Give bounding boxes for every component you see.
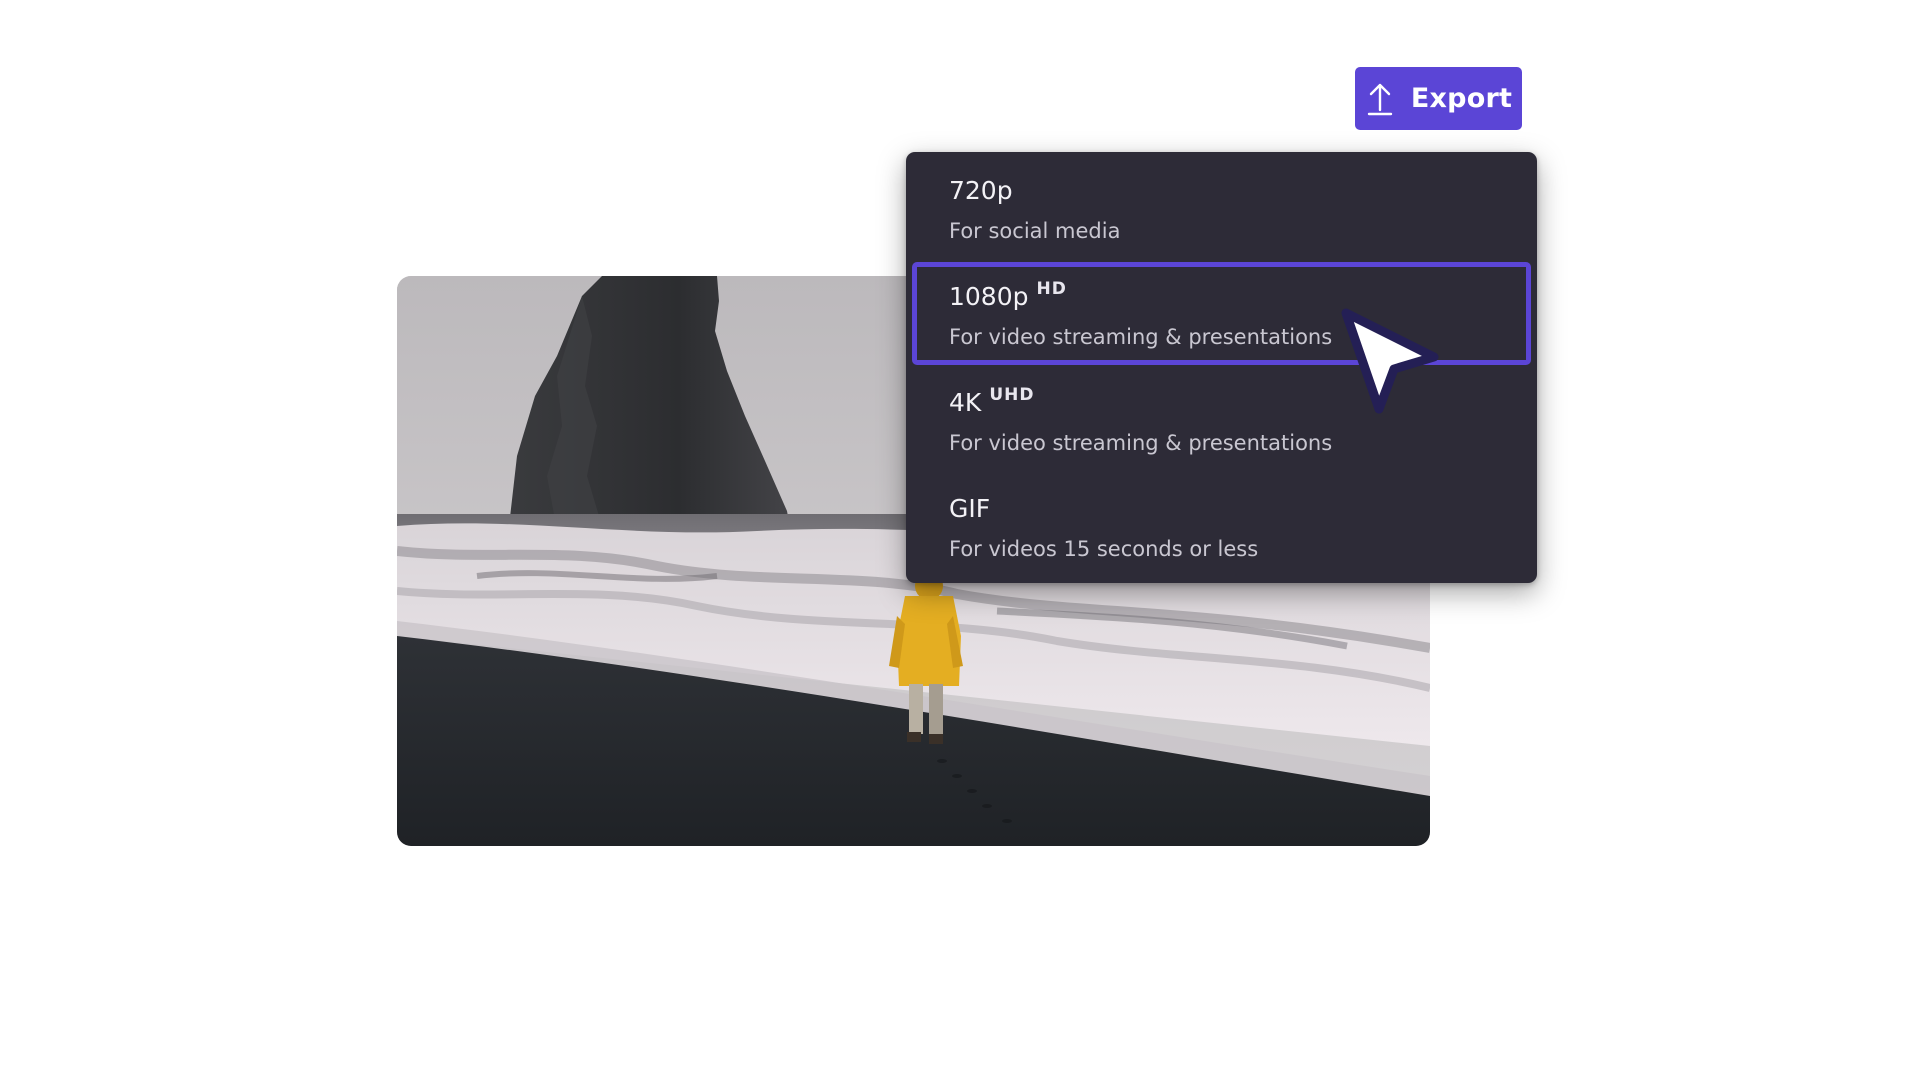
menu-item-description: For social media [949, 219, 1121, 243]
menu-item-720p[interactable]: 720p For social media [912, 156, 1531, 259]
menu-item-title: 1080p HD [949, 279, 1067, 311]
menu-item-description: For videos 15 seconds or less [949, 537, 1259, 561]
mouse-pointer-icon [1336, 305, 1446, 425]
menu-item-title: 720p [949, 176, 1013, 205]
uhd-badge: UHD [989, 385, 1035, 405]
export-button[interactable]: Export [1355, 67, 1522, 130]
menu-item-title: GIF [949, 494, 991, 523]
upload-arrow-icon [1365, 81, 1395, 117]
menu-item-description: For video streaming & presentations [949, 431, 1333, 455]
menu-item-title: 4K UHD [949, 385, 1035, 417]
export-dialog-illustration: Export 720p For social media 1080p HD For… [0, 0, 1920, 1080]
menu-item-description: For video streaming & presentations [949, 325, 1333, 349]
export-button-label: Export [1410, 83, 1513, 114]
menu-item-gif[interactable]: GIF For videos 15 seconds or less [912, 474, 1531, 577]
hd-badge: HD [1036, 279, 1067, 299]
